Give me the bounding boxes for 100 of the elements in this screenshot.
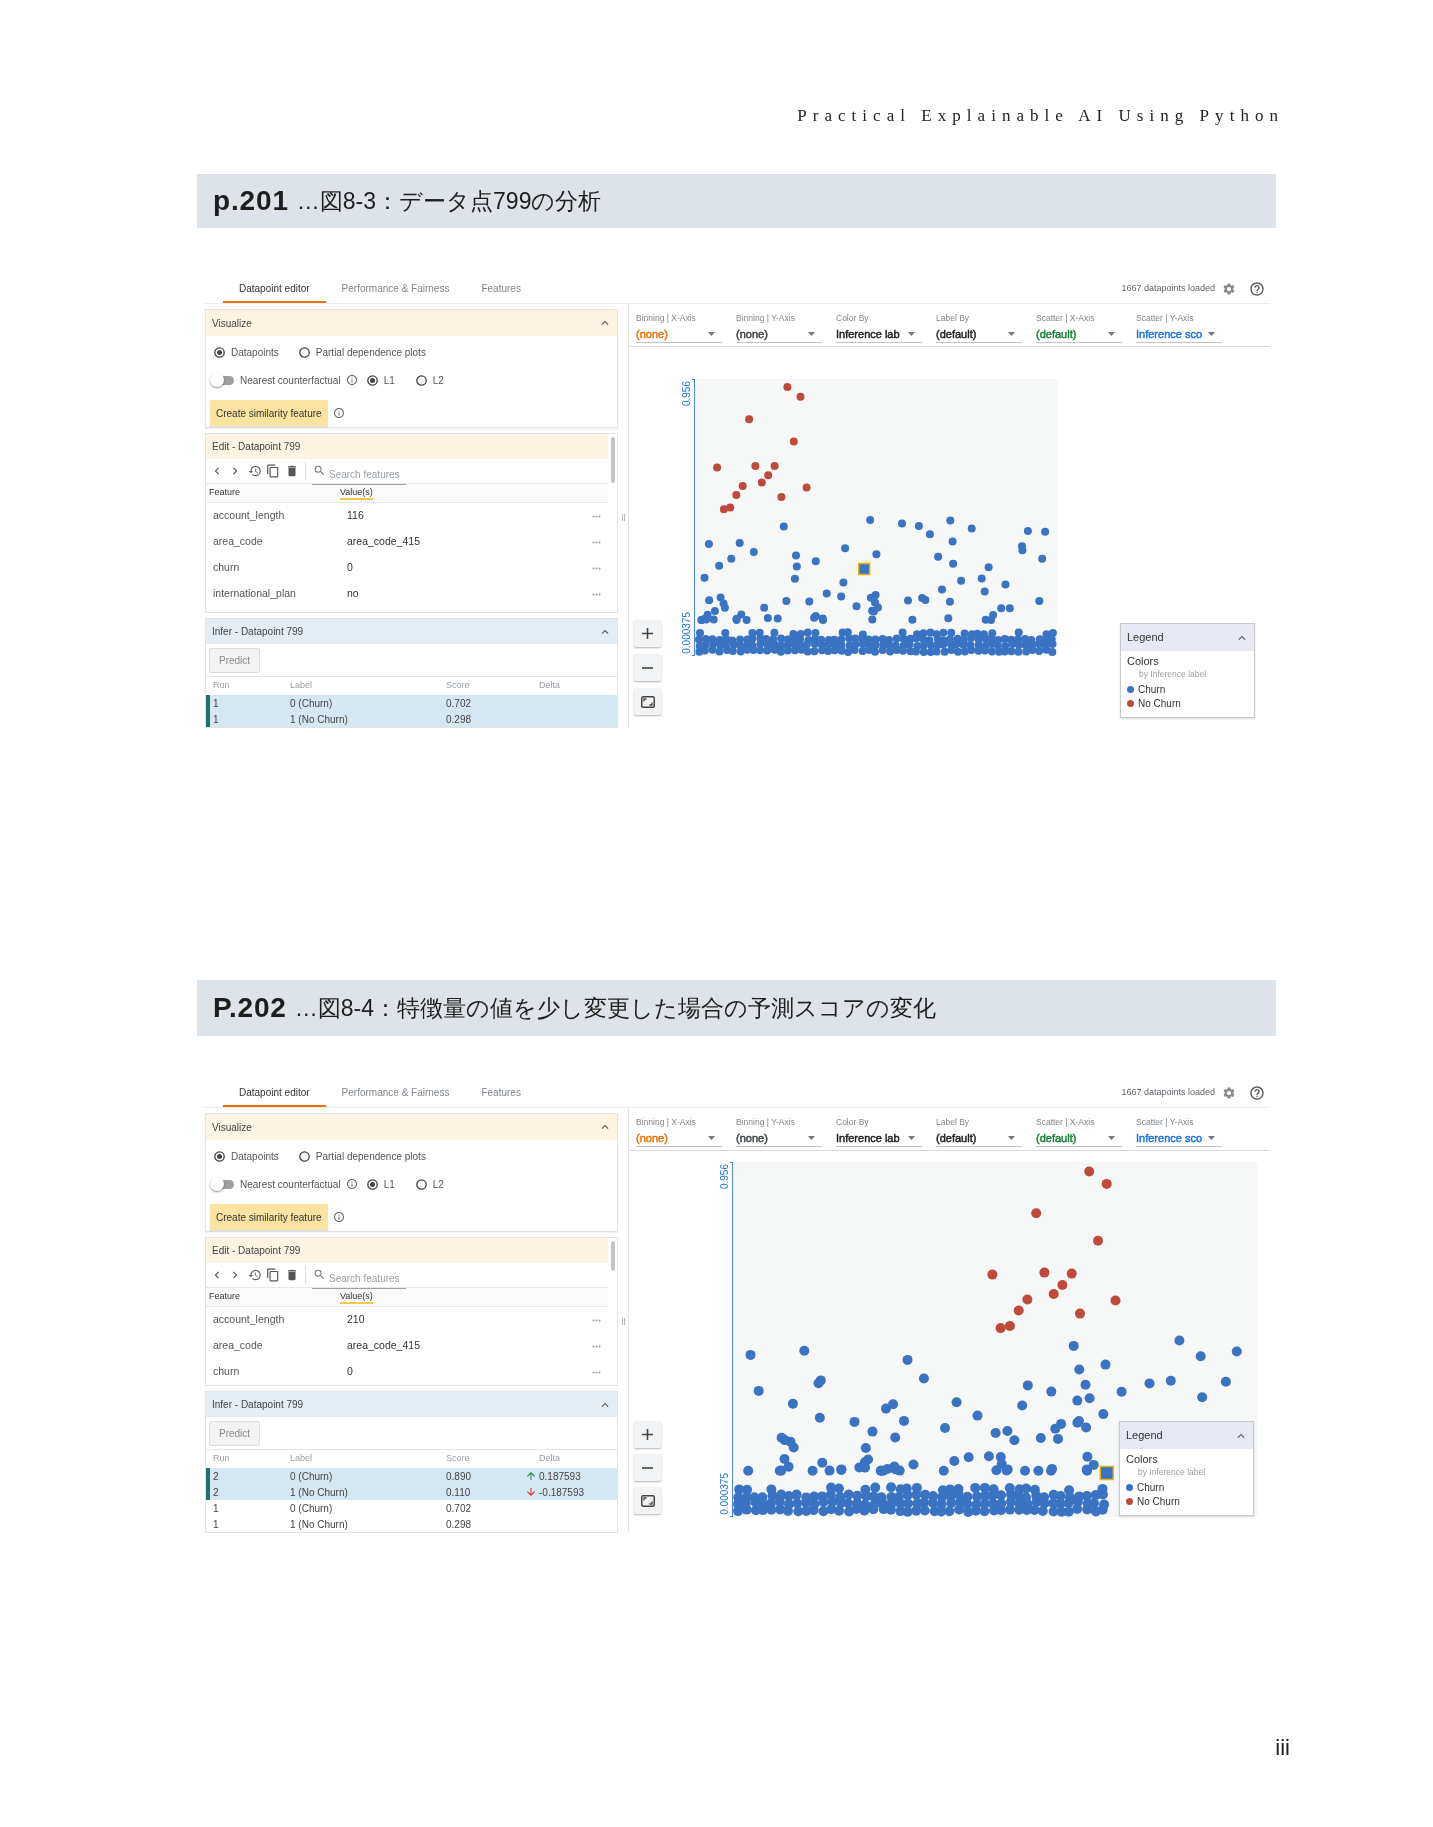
- tab[interactable]: Features: [465, 274, 537, 303]
- more-icon[interactable]: [592, 566, 601, 570]
- settings-icon[interactable]: [1222, 1085, 1236, 1100]
- feature-name: churn: [212, 560, 241, 576]
- radio-option[interactable]: L2: [415, 1176, 444, 1192]
- result-row[interactable]: 1 1 (No Churn) 0.298: [206, 711, 617, 727]
- dropdown[interactable]: (default): [1036, 326, 1122, 343]
- history-icon[interactable]: [248, 464, 262, 478]
- value-field[interactable]: 210: [340, 1312, 365, 1328]
- zoom-in-button[interactable]: [634, 620, 661, 647]
- scrollbar[interactable]: [610, 437, 615, 483]
- value-field[interactable]: area_code_415: [340, 1338, 420, 1354]
- help-icon[interactable]: [1249, 280, 1265, 297]
- radio-option[interactable]: L1: [366, 372, 395, 388]
- dropdown-value: (default): [1036, 1132, 1077, 1144]
- legend-heading: Colors: [1127, 655, 1160, 668]
- radio-option[interactable]: L1: [366, 1176, 395, 1192]
- help-icon[interactable]: [1249, 1084, 1265, 1101]
- info-icon[interactable]: [345, 374, 358, 386]
- legend-header[interactable]: Legend: [1120, 1422, 1253, 1449]
- dropdown[interactable]: (default): [936, 1130, 1022, 1147]
- section-header[interactable]: Infer - Datapoint 799: [206, 1392, 617, 1417]
- value-field[interactable]: no: [340, 586, 359, 602]
- page-reference: p.201: [213, 187, 289, 215]
- section-header[interactable]: Infer - Datapoint 799: [206, 619, 617, 644]
- dropdown[interactable]: Inference sco: [1136, 326, 1222, 343]
- radio-option[interactable]: L2: [415, 372, 444, 388]
- more-icon[interactable]: [592, 592, 601, 596]
- info-icon[interactable]: [345, 1178, 358, 1190]
- feature-name: account_length: [212, 1312, 286, 1328]
- dropdown-value: (none): [736, 328, 768, 340]
- legend-header[interactable]: Legend: [1121, 624, 1254, 651]
- dropdown[interactable]: (none): [736, 1130, 822, 1147]
- section-header[interactable]: Visualize: [206, 310, 617, 336]
- trash-icon[interactable]: [285, 1268, 299, 1282]
- fit-view-button[interactable]: [634, 1487, 661, 1514]
- toggle-switch[interactable]: [210, 373, 235, 387]
- copy-icon[interactable]: [266, 464, 280, 478]
- column-header: Delta: [539, 680, 560, 691]
- info-icon[interactable]: [332, 1211, 345, 1223]
- tab[interactable]: Performance & Fairness: [325, 274, 466, 303]
- dropdown[interactable]: Inference lab: [836, 1130, 922, 1147]
- dropdown[interactable]: (none): [636, 1130, 722, 1147]
- radio-option[interactable]: Datapoints: [214, 344, 279, 360]
- dropdown[interactable]: (default): [936, 326, 1022, 343]
- feature-name: area_code: [212, 534, 264, 550]
- plus-icon: [642, 1429, 653, 1440]
- dropdown[interactable]: Inference lab: [836, 326, 922, 343]
- value-field[interactable]: 0: [340, 1364, 353, 1380]
- trash-icon[interactable]: [285, 464, 299, 478]
- value-field[interactable]: area_code_415: [340, 534, 420, 550]
- minus-icon: [642, 666, 653, 669]
- info-icon[interactable]: [332, 407, 345, 419]
- legend-label: Churn: [1138, 683, 1166, 697]
- tab[interactable]: Datapoint editor: [223, 274, 326, 303]
- tab[interactable]: Features: [465, 1078, 537, 1107]
- radio-option[interactable]: Partial dependence plots: [298, 344, 426, 360]
- result-row[interactable]: 2 1 (No Churn) 0.110 -0.187593: [206, 1484, 617, 1500]
- result-row[interactable]: 2 0 (Churn) 0.890 0.187593: [206, 1468, 617, 1484]
- radio-option[interactable]: Partial dependence plots: [298, 1148, 426, 1164]
- value-field[interactable]: 116: [340, 508, 364, 524]
- caret-icon: [1208, 1136, 1215, 1140]
- more-icon[interactable]: [592, 1370, 601, 1374]
- dropdown-value: (none): [636, 1132, 668, 1144]
- toggle-switch[interactable]: [210, 1177, 235, 1191]
- tab[interactable]: Performance & Fairness: [325, 1078, 466, 1107]
- zoom-out-button[interactable]: [634, 654, 661, 681]
- more-icon[interactable]: [592, 1318, 601, 1322]
- settings-icon[interactable]: [1222, 281, 1236, 296]
- fit-view-button[interactable]: [634, 688, 661, 715]
- table-cell: 1 (No Churn): [290, 1486, 348, 1498]
- create-similarity-button[interactable]: Create similarity feature: [210, 400, 328, 426]
- dropdown[interactable]: (none): [736, 326, 822, 343]
- resize-handle-icon[interactable]: [621, 514, 625, 521]
- copy-icon[interactable]: [266, 1268, 280, 1282]
- more-icon[interactable]: [592, 514, 601, 518]
- selected-point-icon[interactable]: [857, 562, 871, 576]
- value-field[interactable]: 0: [340, 560, 353, 576]
- search-field[interactable]: Search features: [312, 1269, 406, 1289]
- tab[interactable]: Datapoint editor: [223, 1078, 326, 1107]
- selected-point-icon[interactable]: [1099, 1465, 1115, 1481]
- search-field[interactable]: Search features: [312, 465, 406, 485]
- figure-caption: …図8-3：データ点799の分析: [296, 189, 602, 213]
- radio-option[interactable]: Datapoints: [214, 1148, 279, 1164]
- zoom-out-button[interactable]: [634, 1454, 661, 1481]
- panel-header: Edit - Datapoint 799: [206, 434, 608, 459]
- plus-icon: [642, 628, 653, 639]
- scrollbar[interactable]: [610, 1241, 615, 1271]
- column-header: Score: [446, 680, 470, 691]
- zoom-in-button[interactable]: [634, 1421, 661, 1448]
- create-similarity-button[interactable]: Create similarity feature: [210, 1204, 328, 1230]
- dropdown[interactable]: (none): [636, 326, 722, 343]
- section-header[interactable]: Visualize: [206, 1114, 617, 1140]
- more-icon[interactable]: [592, 1344, 601, 1348]
- resize-handle-icon[interactable]: [621, 1318, 625, 1325]
- history-icon[interactable]: [248, 1268, 262, 1282]
- more-icon[interactable]: [592, 540, 601, 544]
- result-row[interactable]: 1 0 (Churn) 0.702: [206, 695, 617, 711]
- dropdown[interactable]: Inference sco: [1136, 1130, 1222, 1147]
- dropdown[interactable]: (default): [1036, 1130, 1122, 1147]
